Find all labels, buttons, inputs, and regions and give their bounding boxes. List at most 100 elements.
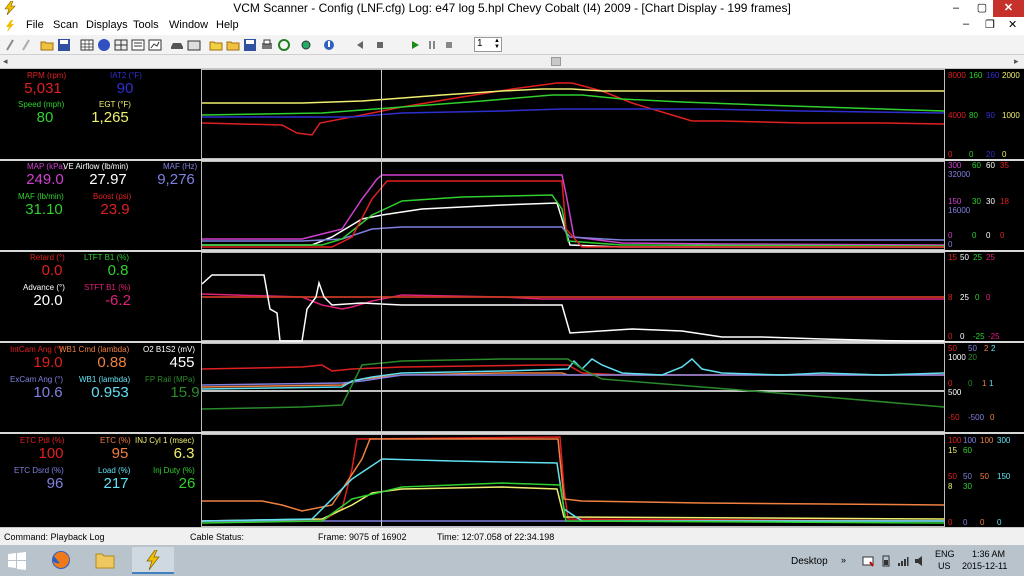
scale-speed-min: 0 bbox=[969, 150, 974, 159]
title-bar: VCM Scanner - Config (LNF.cfg) Log: e47 … bbox=[0, 0, 1024, 17]
scale-wb1-max: 2 bbox=[991, 344, 996, 353]
frame-step-value: 1 bbox=[477, 38, 483, 49]
label-o2-b1s2: O2 B1S2 (mV) bbox=[143, 345, 196, 354]
scroll-left-icon[interactable]: ◂ bbox=[3, 56, 8, 67]
scale-etc-mid: 50 bbox=[980, 472, 989, 481]
action-center-icon[interactable] bbox=[862, 555, 874, 567]
taskbar-firefox[interactable] bbox=[40, 547, 82, 574]
scale-iat2-max: 160 bbox=[986, 71, 1000, 80]
trace-egt bbox=[202, 88, 944, 104]
scale-egt-max: 2000 bbox=[1002, 71, 1020, 80]
scale-load-max: 300 bbox=[997, 436, 1011, 445]
grid-view-icon[interactable] bbox=[114, 38, 128, 52]
menu-window[interactable]: Window bbox=[169, 19, 208, 31]
volume-icon[interactable] bbox=[914, 555, 926, 567]
scale-fprail-max: 20 bbox=[968, 353, 977, 362]
label-iat2: IAT2 (°F) bbox=[110, 71, 142, 80]
spinner-arrows-icon[interactable]: ▲ ▼ bbox=[494, 38, 500, 50]
dashboard-icon[interactable] bbox=[187, 38, 201, 52]
value-excam: 10.6 bbox=[33, 384, 63, 401]
frame-step-spinner[interactable]: 1 ▲ ▼ bbox=[474, 37, 502, 52]
value-retard: 0.0 bbox=[41, 262, 63, 279]
scale-etc-min: 0 bbox=[980, 518, 985, 527]
taskbar-file-explorer[interactable] bbox=[84, 547, 126, 574]
scale-o2-max: 1000 bbox=[948, 353, 966, 362]
label-maf-lbmin: MAF (lb/min) bbox=[18, 192, 64, 201]
menu-help[interactable]: Help bbox=[216, 19, 239, 31]
chart-scrollbar[interactable]: ◂ ▸ bbox=[0, 55, 1024, 69]
language-indicator[interactable]: ENG bbox=[935, 549, 955, 559]
pause-icon[interactable] bbox=[425, 38, 439, 52]
stop-playback-icon[interactable] bbox=[442, 38, 456, 52]
play-icon[interactable] bbox=[408, 38, 422, 52]
battery-icon[interactable] bbox=[882, 555, 890, 567]
show-desktop-chevron-icon[interactable]: » bbox=[841, 555, 846, 565]
scale-etcdsrd-max: 100 bbox=[963, 436, 977, 445]
open-log-icon[interactable] bbox=[209, 38, 223, 52]
list-view-icon[interactable] bbox=[131, 38, 145, 52]
menu-bar: File Scan Displays Tools Window Help – ❐… bbox=[0, 17, 1024, 35]
scale-fprail-mid: 0 bbox=[968, 379, 973, 388]
chart-view-icon[interactable] bbox=[148, 38, 162, 52]
maximize-button[interactable]: ▢ bbox=[969, 0, 995, 17]
label-boost: Boost (psi) bbox=[93, 192, 132, 201]
status-bar: Command: Playback Log Cable Status: Fram… bbox=[0, 527, 1024, 545]
scale-mafhz-mid: 16000 bbox=[948, 206, 971, 215]
save-log-icon[interactable] bbox=[243, 38, 257, 52]
value-intcam: 19.0 bbox=[33, 354, 63, 371]
windows-start-icon[interactable] bbox=[8, 552, 26, 570]
rewind-icon[interactable] bbox=[352, 38, 366, 52]
scroll-thumb[interactable] bbox=[551, 57, 561, 66]
scale-map-mid: 150 bbox=[948, 197, 962, 206]
label-inj-cyl1: INJ Cyl 1 (msec) bbox=[135, 436, 195, 445]
stop-icon[interactable] bbox=[373, 38, 387, 52]
taskbar-vcm-scanner[interactable] bbox=[132, 547, 174, 574]
print-icon[interactable] bbox=[260, 38, 274, 52]
trace-advance bbox=[202, 274, 944, 342]
table-view-icon[interactable] bbox=[80, 38, 94, 52]
menu-file[interactable]: File bbox=[26, 19, 44, 31]
mdi-child-icon[interactable] bbox=[4, 20, 16, 32]
connect-icon[interactable] bbox=[4, 38, 18, 52]
clock-time[interactable]: 1:36 AM bbox=[972, 549, 1005, 559]
scale-intcam-max: 50 bbox=[948, 344, 957, 353]
close-button[interactable]: ✕ bbox=[993, 0, 1024, 17]
menu-displays[interactable]: Displays bbox=[86, 19, 128, 31]
menu-scan[interactable]: Scan bbox=[53, 19, 78, 31]
clock-date[interactable]: 2015-12-11 bbox=[962, 561, 1007, 571]
scale-advance-mid: 25 bbox=[960, 293, 969, 302]
scale-boost-min: 0 bbox=[1000, 231, 1005, 240]
minimize-button[interactable]: – bbox=[943, 0, 969, 17]
disconnect-icon[interactable] bbox=[20, 38, 34, 52]
open-folder-icon[interactable] bbox=[40, 38, 54, 52]
label-inj-duty: Inj Duty (%) bbox=[153, 466, 195, 475]
scale-boost-mid: 18 bbox=[1000, 197, 1009, 206]
scale-intcam-min: -50 bbox=[948, 413, 960, 422]
record-icon[interactable] bbox=[322, 38, 336, 52]
time-cursor-line[interactable] bbox=[381, 69, 382, 527]
wifi-signal-icon[interactable] bbox=[897, 555, 909, 567]
scale-maf-mid: 30 bbox=[972, 197, 981, 206]
mdi-minimize-icon[interactable]: – bbox=[963, 18, 969, 30]
save-icon[interactable] bbox=[57, 38, 71, 52]
gauge-view-icon[interactable] bbox=[97, 38, 111, 52]
value-egt: 1,265 bbox=[91, 109, 129, 126]
value-advance: 20.0 bbox=[33, 292, 63, 309]
scale-injcyl-mid: 8 bbox=[948, 482, 953, 491]
scale-load-mid: 150 bbox=[997, 472, 1011, 481]
label-etc-pdl: ETC Pdl (%) bbox=[20, 436, 65, 445]
menu-tools[interactable]: Tools bbox=[133, 19, 159, 31]
scale-load-min: 0 bbox=[997, 518, 1002, 527]
scroll-right-icon[interactable]: ▸ bbox=[1014, 56, 1019, 67]
settings-icon[interactable] bbox=[299, 38, 313, 52]
scale-stft-min: -25 bbox=[988, 332, 1000, 341]
mdi-restore-icon[interactable]: ❐ bbox=[985, 18, 995, 31]
mdi-close-icon[interactable]: ✕ bbox=[1008, 18, 1017, 31]
desktop-toolbar[interactable]: Desktop bbox=[791, 556, 828, 567]
label-fp-rail: FP Rail (MPa) bbox=[145, 375, 196, 384]
region-indicator[interactable]: US bbox=[938, 561, 951, 571]
vehicle-icon[interactable] bbox=[170, 38, 184, 52]
scale-retard-min: 0 bbox=[948, 332, 953, 341]
refresh-icon[interactable] bbox=[277, 38, 291, 52]
open-file-icon[interactable] bbox=[226, 38, 240, 52]
